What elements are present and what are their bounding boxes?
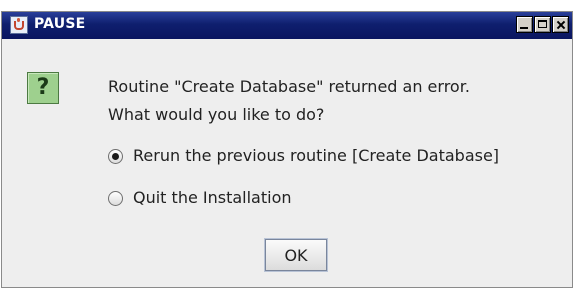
minimize-button[interactable] (516, 16, 533, 33)
option-quit-label[interactable]: Quit the Installation (133, 188, 292, 207)
close-button[interactable] (552, 16, 569, 33)
java-cup-icon (10, 16, 28, 34)
maximize-button[interactable] (534, 16, 551, 33)
radio-button-quit[interactable] (108, 191, 123, 206)
title-bar[interactable]: PAUSE (2, 12, 572, 39)
ok-button[interactable]: OK (265, 239, 327, 271)
message-line-1: Routine "Create Database" returned an er… (108, 77, 470, 96)
option-rerun-label[interactable]: Rerun the previous routine [Create Datab… (133, 146, 499, 165)
pause-dialog-window: PAUSE ? Routine "Create Database" return… (1, 11, 573, 288)
window-title: PAUSE (34, 16, 86, 32)
question-icon: ? (27, 72, 59, 104)
radio-button-rerun[interactable] (108, 149, 123, 164)
message-line-2: What would you like to do? (108, 105, 325, 124)
